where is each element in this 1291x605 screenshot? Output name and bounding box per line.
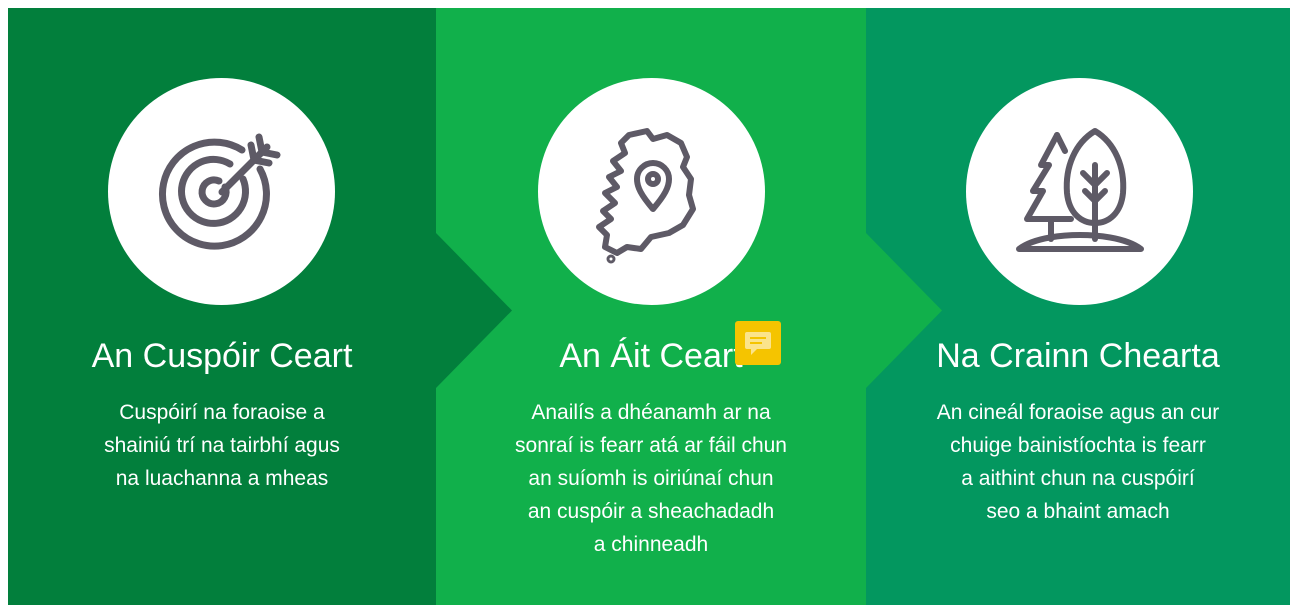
comment-button[interactable] bbox=[735, 321, 781, 365]
description-line: Anailís a dhéanamh ar na bbox=[531, 401, 771, 424]
description-line: chuige bainistíochta is fearr bbox=[950, 434, 1206, 457]
icon-circle bbox=[108, 78, 335, 305]
description-line: Cuspóirí na foraoise a bbox=[119, 401, 325, 424]
panel-description: Anailís a dhéanamh ar na sonraí is fearr… bbox=[436, 396, 866, 561]
panel-description: Cuspóirí na foraoise a shainiú trí na ta… bbox=[8, 396, 436, 495]
panel-arrow bbox=[866, 233, 942, 388]
description-line: an cuspóir a sheachadadh bbox=[527, 500, 775, 523]
ireland-map-pin-icon bbox=[595, 127, 696, 263]
panel-right-purpose: An Cuspóir Ceart Cuspóirí na foraoise a … bbox=[8, 8, 512, 605]
panel-arrow bbox=[436, 233, 512, 388]
description-line: a aithint chun na cuspóirí bbox=[961, 467, 1195, 490]
panel-title: An Cuspóir Ceart bbox=[91, 337, 353, 375]
icon-circle bbox=[966, 78, 1193, 305]
description-line: shainiú trí na tairbhí agus bbox=[104, 434, 340, 457]
panel-description: An cineál foraoise agus an cur chuige ba… bbox=[866, 396, 1290, 528]
trees-icon bbox=[1015, 127, 1144, 252]
description-line: sonraí is fearr atá ar fáil chun bbox=[515, 434, 787, 457]
description-line: seo a bhaint amach bbox=[986, 500, 1170, 523]
comment-icon bbox=[745, 332, 771, 355]
target-icon bbox=[158, 133, 280, 250]
icon-circle bbox=[538, 78, 765, 305]
description-line: An cineál foraoise agus an cur bbox=[936, 401, 1220, 424]
description-line: a chinneadh bbox=[593, 533, 709, 556]
steps-infographic: An Cuspóir Ceart Cuspóirí na foraoise a … bbox=[8, 8, 1290, 605]
description-line: an suíomh is oiriúnaí chun bbox=[528, 467, 774, 490]
description-line: na luachanna a mheas bbox=[115, 467, 329, 490]
